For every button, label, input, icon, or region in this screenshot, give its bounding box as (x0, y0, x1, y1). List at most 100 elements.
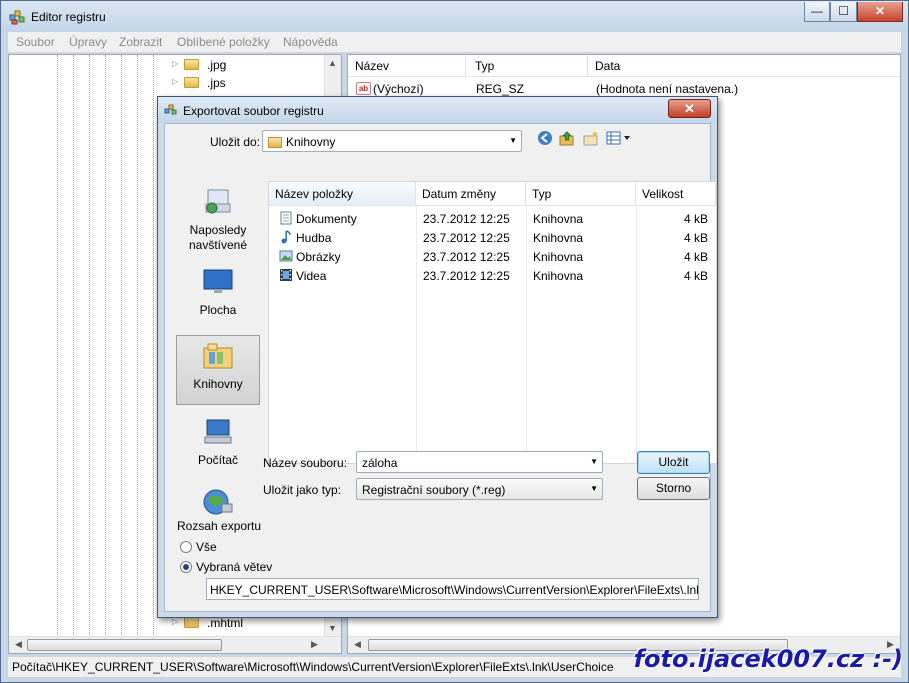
filetype-select[interactable]: Registrační soubory (*.reg) ▼ (356, 478, 603, 500)
file-name: Videa (296, 269, 327, 283)
tree-guide-line (153, 55, 154, 653)
tree-guide-line (137, 55, 138, 653)
maximize-button[interactable]: ☐ (830, 2, 857, 22)
window-title: Editor registru (31, 10, 106, 24)
title-bar[interactable]: Editor registru — ☐ ✕ (1, 1, 908, 32)
folder-icon (184, 59, 199, 70)
file-type: Knihovna (533, 212, 584, 226)
place-computer[interactable]: Počítač (176, 412, 260, 482)
branch-path-input[interactable]: HKEY_CURRENT_USER\Software\Microsoft\Win… (206, 578, 699, 600)
dialog-title-bar[interactable]: Exportovat soubor registru ✕ (158, 97, 717, 123)
tree-item-label: .jpg (207, 58, 227, 72)
cancel-button[interactable]: Storno (637, 477, 710, 500)
minimize-button[interactable]: — (804, 2, 830, 22)
registry-editor-icon (164, 104, 177, 115)
filename-input[interactable]: záloha ▼ (356, 451, 603, 473)
expand-arrow-icon[interactable]: ▷ (172, 617, 178, 626)
place-recent[interactable]: Naposledy navštívené (176, 182, 260, 252)
place-label: Naposledy navštívené (188, 223, 248, 252)
music-icon (278, 230, 293, 244)
column-header-name[interactable]: Název (348, 55, 466, 77)
file-row[interactable]: Hudba 23.7.2012 12:25 Knihovna 4 kB (269, 228, 716, 247)
chevron-down-icon[interactable]: ▼ (590, 457, 598, 466)
folder-icon (184, 77, 199, 88)
view-menu-icon[interactable] (606, 130, 632, 148)
scroll-right-icon[interactable]: ▶ (307, 639, 322, 650)
save-in-combobox[interactable]: Knihovny ▼ (262, 130, 522, 152)
tree-guide-line (89, 55, 90, 653)
file-list[interactable]: Název položky Datum změny Typ Velikost D… (268, 181, 717, 464)
column-header-item-name[interactable]: Název položky (269, 182, 416, 206)
tree-guide-line (57, 55, 58, 653)
file-row[interactable]: Obrázky 23.7.2012 12:25 Knihovna 4 kB (269, 247, 716, 266)
expand-arrow-icon[interactable]: ▷ (172, 77, 178, 86)
tree-horizontal-scrollbar[interactable]: ◀ ▶ (9, 636, 341, 653)
close-button[interactable]: ✕ (857, 2, 903, 22)
menu-napoveda[interactable]: Nápověda (283, 35, 338, 49)
column-header-size[interactable]: Velikost (636, 182, 716, 206)
watermark: foto.ijacek007.cz :-) (633, 645, 903, 673)
pictures-icon (278, 249, 293, 263)
file-type: Knihovna (533, 231, 584, 245)
radio-all-label: Vše (196, 540, 217, 554)
tree-guide-line (73, 55, 74, 653)
column-header-data[interactable]: Data (588, 55, 900, 77)
dialog-body: Uložit do: Knihovny ▼ Naposledy navštíve… (164, 123, 717, 612)
menu-oblibene[interactable]: Oblíbené položky (177, 35, 270, 49)
chevron-down-icon: ▼ (590, 484, 598, 493)
file-name: Dokumenty (296, 212, 357, 226)
place-label: Knihovny (193, 377, 243, 391)
scroll-up-icon[interactable]: ▲ (325, 58, 340, 68)
place-label: Počítač (197, 453, 239, 467)
tree-guide-line (105, 55, 106, 653)
file-date: 23.7.2012 12:25 (423, 250, 510, 264)
videos-icon (278, 268, 293, 282)
column-header-type[interactable]: Typ (526, 182, 636, 206)
scroll-down-icon[interactable]: ▼ (325, 623, 340, 633)
string-value-icon: ab (356, 82, 371, 95)
menu-bar: Soubor Úpravy Zobrazit Oblíbené položky … (8, 32, 901, 53)
recent-places-icon (205, 189, 231, 214)
menu-zobrazit[interactable]: Zobrazit (119, 35, 162, 49)
menu-soubor[interactable]: Soubor (16, 35, 55, 49)
radio-all[interactable] (180, 541, 192, 553)
radio-selected-branch-label: Vybraná větev (196, 560, 273, 574)
radio-selected-branch[interactable] (180, 561, 192, 573)
expand-arrow-icon[interactable]: ▷ (172, 59, 178, 68)
file-size: 4 kB (683, 269, 708, 283)
folder-icon (184, 617, 199, 628)
file-date: 23.7.2012 12:25 (423, 231, 510, 245)
back-icon[interactable] (536, 130, 554, 148)
save-in-value: Knihovny (286, 135, 336, 149)
new-folder-icon[interactable] (582, 130, 600, 148)
save-in-label: Uložit do: (210, 135, 261, 149)
documents-icon (278, 211, 293, 225)
save-button[interactable]: Uložit (637, 451, 710, 474)
desktop-icon (203, 269, 233, 293)
dialog-close-button[interactable]: ✕ (668, 99, 711, 118)
place-label: Plocha (199, 303, 237, 317)
file-date: 23.7.2012 12:25 (423, 269, 510, 283)
column-header-date[interactable]: Datum změny (416, 182, 526, 206)
tree-item-label: .jps (207, 76, 226, 90)
file-name: Hudba (296, 231, 332, 245)
column-header-type[interactable]: Typ (468, 55, 588, 77)
file-date: 23.7.2012 12:25 (423, 212, 510, 226)
scroll-left-icon[interactable]: ◀ (350, 639, 365, 650)
file-size: 4 kB (683, 212, 708, 226)
place-libraries[interactable]: Knihovny (176, 335, 260, 405)
libraries-icon (268, 137, 282, 148)
export-dialog: Exportovat soubor registru ✕ Uložit do: … (157, 96, 718, 618)
network-icon (203, 489, 233, 515)
place-desktop[interactable]: Plocha (176, 262, 260, 332)
scroll-thumb[interactable] (27, 639, 222, 651)
file-row[interactable]: Dokumenty 23.7.2012 12:25 Knihovna 4 kB (269, 209, 716, 228)
file-size: 4 kB (683, 250, 708, 264)
filetype-label: Uložit jako typ: (263, 483, 342, 497)
places-bar: Naposledy navštívené Plocha Knihovny Poč… (173, 182, 263, 557)
scroll-left-icon[interactable]: ◀ (11, 639, 26, 650)
file-row[interactable]: Videa 23.7.2012 12:25 Knihovna 4 kB (269, 266, 716, 285)
export-range-label: Rozsah exportu (177, 519, 262, 533)
menu-upravy[interactable]: Úpravy (69, 35, 107, 49)
up-folder-icon[interactable] (558, 130, 576, 148)
